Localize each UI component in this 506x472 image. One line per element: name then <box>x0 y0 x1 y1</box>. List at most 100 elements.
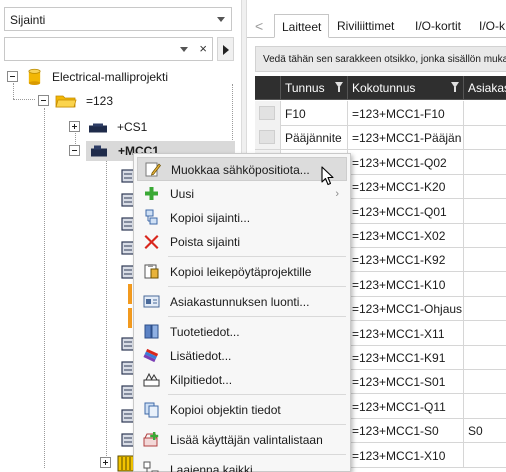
tree-node-project[interactable]: Electrical-malliprojekti <box>4 67 234 87</box>
nameplate-icon <box>143 372 160 387</box>
edit-pencil-icon <box>145 162 161 177</box>
cell-asiakas[interactable] <box>464 443 506 468</box>
table-row[interactable]: F10 =123+MCC1-F10 <box>255 101 506 126</box>
cell-kokotunnus[interactable]: =123+MCC1-Ohjaus <box>348 296 464 322</box>
tab-io-kortit[interactable]: I/O-kortit <box>415 14 461 38</box>
cell-kokotunnus[interactable]: =123+MCC1-Pääjän <box>348 125 464 151</box>
filter-combo[interactable]: × <box>4 37 213 61</box>
cell-kokotunnus[interactable]: =123+MCC1-K91 <box>348 345 464 370</box>
folder-open-icon <box>55 95 77 108</box>
filter-icon[interactable] <box>451 82 459 92</box>
chevron-down-icon[interactable] <box>180 47 188 52</box>
play-arrow-icon <box>223 45 229 55</box>
collapse-icon[interactable] <box>38 95 49 106</box>
cell-asiakas[interactable]: S0 <box>464 418 506 444</box>
column-header-asiakas[interactable]: Asiakas <box>464 76 506 100</box>
menu-item-label: Tuotetiedot... <box>170 325 240 339</box>
menu-item-new[interactable]: Uusi › <box>137 182 347 206</box>
menu-item-copy-to-clipboard-project[interactable]: Kopioi leikepöytäprojektille <box>137 260 347 284</box>
row-selector[interactable] <box>255 101 281 126</box>
menu-item-label: Lisätiedot... <box>170 349 232 363</box>
cell-asiakas[interactable] <box>464 296 506 322</box>
tab-riviliittimet[interactable]: Riviliittimet <box>337 14 394 38</box>
cell-kokotunnus[interactable]: =123+MCC1-Q02 <box>348 149 464 175</box>
cell-kokotunnus[interactable]: =123+MCC1-X11 <box>348 320 464 346</box>
cell-kokotunnus[interactable]: =123+MCC1-F10 <box>348 101 464 126</box>
column-header-kokotunnus[interactable]: Kokotunnus <box>348 76 464 100</box>
tree-node-cs1[interactable]: +CS1 <box>65 117 205 137</box>
status-marker <box>128 284 132 304</box>
cell-asiakas[interactable] <box>464 272 506 297</box>
menu-item-create-customer-id[interactable]: Asiakastunnuksen luonti... <box>137 290 347 314</box>
chevron-down-icon[interactable] <box>217 17 225 22</box>
cell-asiakas[interactable] <box>464 345 506 370</box>
menu-item-additional-info[interactable]: Lisätiedot... <box>137 344 347 368</box>
column-header-label: Asiakas <box>468 81 506 95</box>
cell-asiakas[interactable] <box>464 125 506 151</box>
menu-separator <box>168 454 346 455</box>
menu-item-delete-location[interactable]: Poista sijainti <box>137 230 347 254</box>
menu-item-add-to-user-list[interactable]: Lisää käyttäjän valintalistaan <box>137 428 347 452</box>
row-selector-box <box>259 130 275 145</box>
cell-asiakas[interactable] <box>464 199 506 224</box>
menu-item-product-info[interactable]: Tuotetiedot... <box>137 320 347 344</box>
chevron-left-icon[interactable]: < <box>255 18 263 34</box>
cell-asiakas[interactable] <box>464 247 506 273</box>
add-to-list-icon <box>143 432 159 447</box>
tree-line <box>44 108 45 468</box>
menu-item-expand-all[interactable]: Laajenna kaikki <box>137 458 347 472</box>
cell-asiakas[interactable] <box>464 394 506 419</box>
menu-separator <box>168 316 346 317</box>
menu-separator <box>168 394 346 395</box>
cell-tunnus[interactable]: F10 <box>281 101 348 126</box>
project-cylinder-icon <box>28 68 41 85</box>
clear-filter-icon[interactable]: × <box>199 42 207 56</box>
cell-kokotunnus[interactable]: =123+MCC1-Q11 <box>348 393 464 419</box>
group-by-drop-area[interactable]: Vedä tähän sen sarakkeen otsikko, jonka … <box>255 46 506 72</box>
cell-asiakas[interactable] <box>464 174 506 200</box>
tab-laitteet[interactable]: Laitteet <box>274 14 330 38</box>
cell-kokotunnus[interactable]: =123+MCC1-K92 <box>348 247 464 273</box>
cell-kokotunnus[interactable]: =123+MCC1-K10 <box>348 271 464 297</box>
menu-item-nameplate-info[interactable]: Kilpitiedot... <box>137 368 347 392</box>
cell-kokotunnus[interactable]: =123+MCC1-X02 <box>348 223 464 248</box>
cell-asiakas[interactable] <box>464 369 506 395</box>
cell-kokotunnus[interactable]: =123+MCC1-S0 <box>348 418 464 444</box>
location-combo-value: Sijainti <box>10 13 46 27</box>
copy-location-icon <box>145 209 158 225</box>
collapse-icon[interactable] <box>69 145 80 156</box>
menu-item-label: Laajenna kaikki <box>170 463 253 472</box>
tree-line <box>13 99 35 100</box>
grid-header-selector <box>255 76 281 100</box>
expand-all-icon <box>143 461 159 472</box>
cell-kokotunnus[interactable]: =123+MCC1-S01 <box>348 369 464 395</box>
cell-asiakas[interactable] <box>464 101 506 126</box>
column-header-label: Tunnus <box>285 81 325 95</box>
cell-kokotunnus[interactable]: =123+MCC1-X10 <box>348 442 464 468</box>
delete-x-icon <box>144 235 159 249</box>
column-header-tunnus[interactable]: Tunnus <box>281 76 348 100</box>
expand-icon[interactable] <box>69 121 80 132</box>
menu-item-label: Muokkaa sähköpositiota... <box>171 163 310 177</box>
customer-id-icon <box>143 295 160 308</box>
table-row[interactable]: Pääjännite =123+MCC1-Pääjän <box>255 125 506 151</box>
row-selector[interactable] <box>255 125 281 151</box>
cell-kokotunnus[interactable]: =123+MCC1-K20 <box>348 174 464 200</box>
cell-kokotunnus[interactable]: =123+MCC1-Q01 <box>348 198 464 224</box>
menu-item-copy-object-info[interactable]: Kopioi objektin tiedot <box>137 398 347 422</box>
expand-icon[interactable] <box>100 457 111 468</box>
cell-tunnus[interactable]: Pääjännite <box>281 125 348 151</box>
menu-item-edit-position[interactable]: Muokkaa sähköpositiota... <box>137 157 347 181</box>
collapse-icon[interactable] <box>7 71 18 82</box>
filter-icon[interactable] <box>335 82 343 92</box>
apply-filter-button[interactable] <box>217 37 234 61</box>
cell-asiakas[interactable] <box>464 223 506 248</box>
location-combo[interactable]: Sijainti <box>4 7 232 31</box>
cell-asiakas[interactable] <box>464 150 506 175</box>
tree-node-123[interactable]: =123 <box>34 91 224 111</box>
menu-item-label: Poista sijainti <box>170 235 241 249</box>
tab-io-k[interactable]: I/O-k <box>479 14 505 38</box>
cell-asiakas[interactable] <box>464 321 506 346</box>
menu-item-copy-location[interactable]: Kopioi sijainti... <box>137 206 347 230</box>
tree-node-cabinet[interactable] <box>96 453 136 472</box>
